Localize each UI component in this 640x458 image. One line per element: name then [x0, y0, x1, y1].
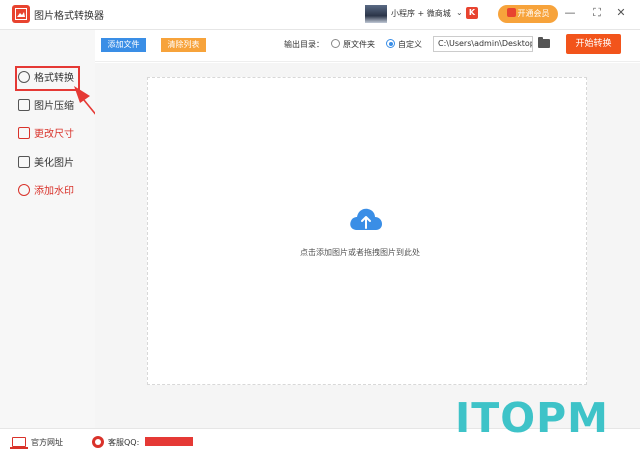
itopm-watermark: ITOPM	[455, 394, 609, 442]
clear-list-button[interactable]: 清除列表	[161, 38, 206, 52]
website-icon[interactable]	[10, 437, 28, 449]
radio-custom[interactable]	[386, 39, 395, 48]
support-qq-label[interactable]: 客服QQ:	[108, 437, 139, 448]
radio-original-folder[interactable]	[331, 39, 340, 48]
radio-original-label: 原文件夹	[343, 40, 375, 49]
add-file-button[interactable]: 添加文件	[101, 38, 146, 52]
support-icon[interactable]	[92, 436, 104, 448]
drop-hint-text: 点击添加图片或者拖拽图片到此处	[300, 248, 420, 257]
redacted-qq-number	[145, 437, 193, 446]
output-dir-label: 输出目录：	[284, 40, 324, 49]
website-link[interactable]: 官方网址	[31, 437, 63, 448]
start-convert-button[interactable]: 开始转换	[566, 34, 621, 54]
output-path-input[interactable]: C:\Users\admin\Desktop	[433, 36, 533, 52]
folder-icon[interactable]	[538, 37, 550, 48]
upload-cloud-icon[interactable]	[348, 206, 384, 234]
radio-custom-label: 自定义	[398, 40, 422, 49]
